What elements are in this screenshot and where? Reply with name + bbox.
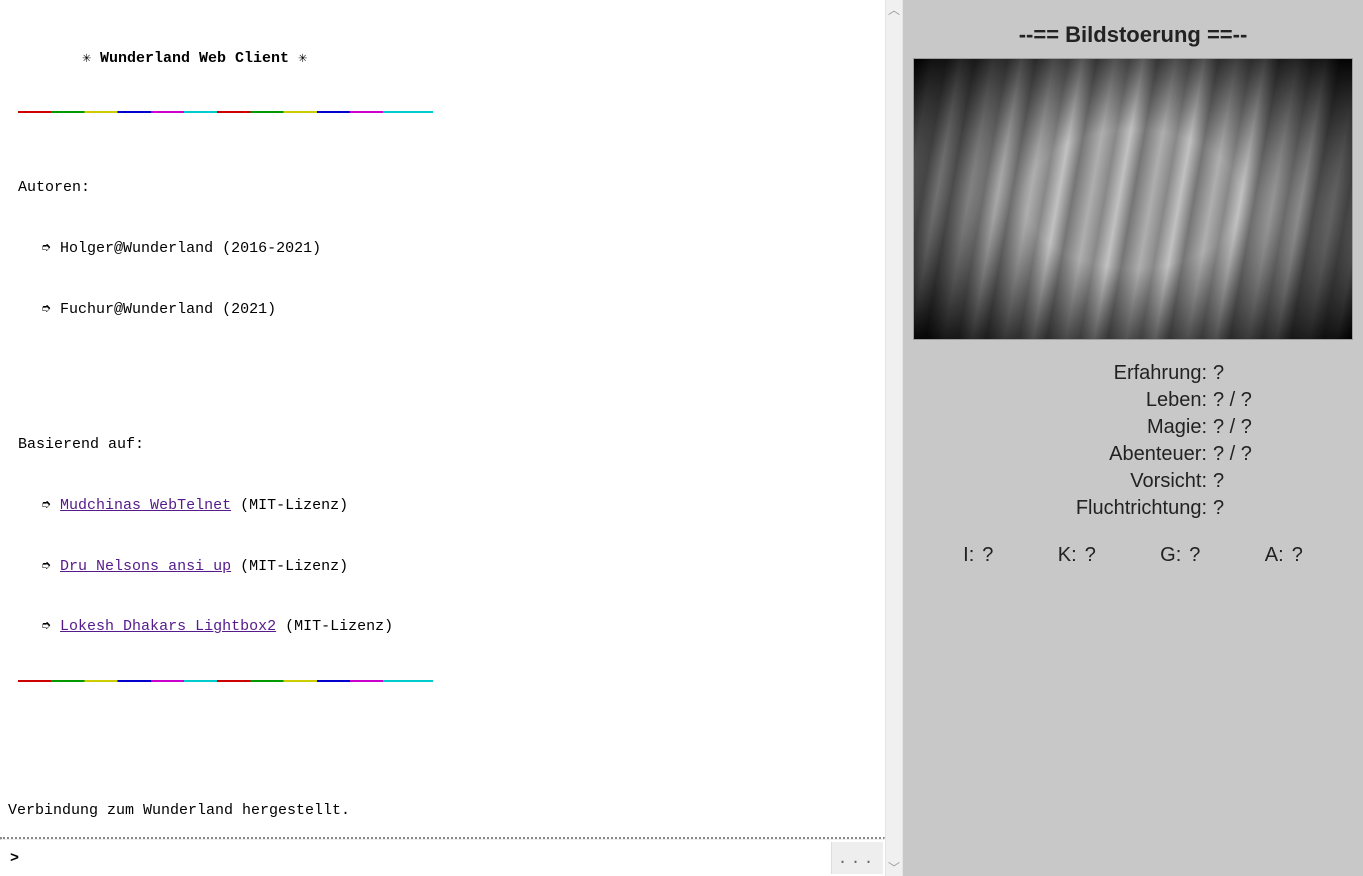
command-input[interactable] [25,840,831,876]
license-suffix: (MIT-Lizenz) [276,618,393,635]
stat-abenteuer: Abenteuer:? / ? [983,441,1283,468]
rainbow-divider [18,111,433,113]
connection-line: Verbindung zum Wunderland hergestellt. [8,801,877,821]
attr-a: A:? [1265,544,1303,567]
author-item: Holger@Wunderland (2016-2021) [8,239,877,259]
based-on-item: Dru Nelsons ansi_up (MIT-Lizenz) [8,557,877,577]
terminal-pane: ✳ Wunderland Web Client ✳ Autoren: Holge… [0,0,885,876]
noise-image [913,58,1353,340]
input-row: > ... [0,840,885,876]
stat-fluchtrichtung: Fluchtrichtung:? [983,495,1283,522]
attr-k: K:? [1058,544,1096,567]
based-on-label: Basierend auf: [8,435,877,455]
scrollbar[interactable]: ︿ ﹀ [885,0,903,876]
based-on-item: Lokesh Dhakars Lightbox2 (MIT-Lizenz) [8,617,877,637]
scroll-down-icon[interactable]: ﹀ [886,858,902,876]
stat-magie: Magie:? / ? [983,414,1283,441]
sidebar-pane: --== Bildstoerung ==-- Erfahrung:? Leben… [903,0,1363,876]
sidebar-title: --== Bildstoerung ==-- [911,8,1355,58]
scroll-up-icon[interactable]: ︿ [886,0,902,18]
attr-g: G:? [1160,544,1200,567]
prompt-sign: > [0,850,25,867]
attr-i: I:? [963,544,993,567]
stat-vorsicht: Vorsicht:? [983,468,1283,495]
app-title: ✳ Wunderland Web Client ✳ [8,49,877,69]
stat-erfahrung: Erfahrung:? [983,360,1283,387]
link-webtelnet[interactable]: Mudchinas WebTelnet [60,497,231,514]
author-item: Fuchur@Wunderland (2021) [8,300,877,320]
attribute-row: I:? K:? G:? A:? [911,540,1355,571]
stats-block: Erfahrung:? Leben:? / ? Magie:? / ? Aben… [983,360,1283,522]
link-ansi-up[interactable]: Dru Nelsons ansi_up [60,558,231,575]
based-on-item: Mudchinas WebTelnet (MIT-Lizenz) [8,496,877,516]
terminal-output[interactable]: ✳ Wunderland Web Client ✳ Autoren: Holge… [0,0,885,837]
license-suffix: (MIT-Lizenz) [231,497,348,514]
stat-leben: Leben:? / ? [983,387,1283,414]
link-lightbox[interactable]: Lokesh Dhakars Lightbox2 [60,618,276,635]
license-suffix: (MIT-Lizenz) [231,558,348,575]
authors-label: Autoren: [8,178,877,198]
rainbow-divider [18,680,433,682]
more-button[interactable]: ... [831,842,883,874]
